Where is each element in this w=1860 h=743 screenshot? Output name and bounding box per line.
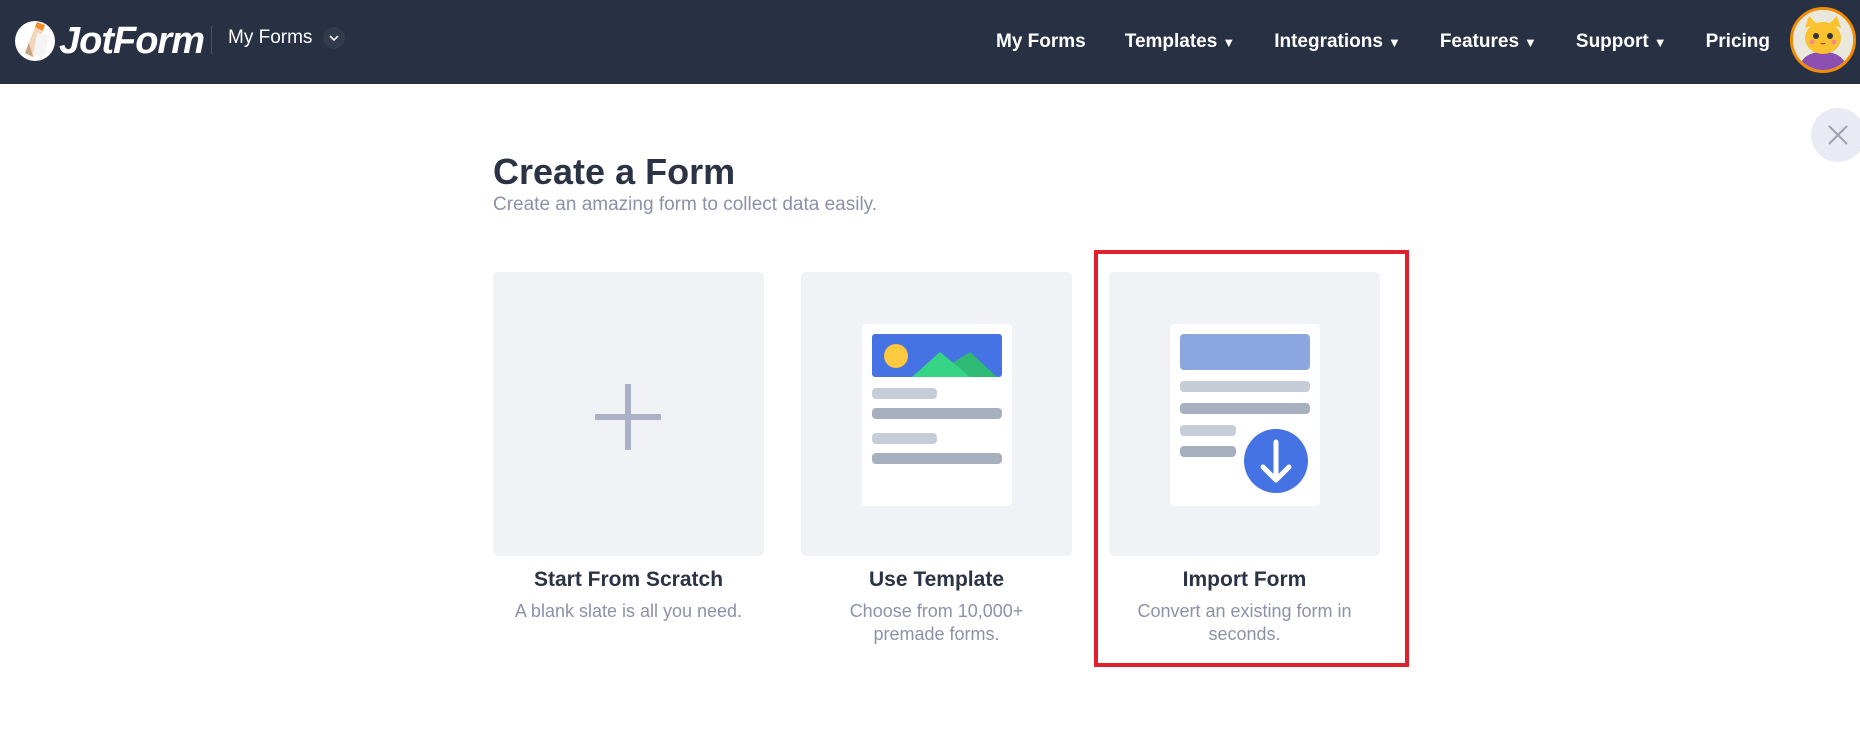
card-import-form[interactable]: Import Form Convert an existing form in … — [1109, 272, 1380, 646]
nav-features[interactable]: Features ▼ — [1440, 31, 1537, 53]
pencil-logo-icon — [15, 21, 55, 61]
nav-link-label: Support — [1575, 31, 1649, 52]
nav-link-label: Templates — [1124, 31, 1218, 52]
template-illustration-icon — [862, 324, 1012, 506]
card-import-form-tile[interactable] — [1109, 272, 1380, 556]
nav-integrations[interactable]: Integrations ▼ — [1274, 31, 1401, 53]
nav-link-label: Pricing — [1705, 31, 1770, 52]
page-title: Create a Form — [493, 151, 736, 192]
chevron-down-icon[interactable] — [323, 27, 346, 49]
card-description: Choose from 10,000+ premade forms. — [849, 601, 1024, 644]
jotform-logo[interactable]: JotForm — [15, 19, 205, 62]
nav-link-label: My Forms — [996, 31, 1086, 52]
nav-link-label: Integrations — [1274, 31, 1383, 52]
nav-pricing[interactable]: Pricing — [1706, 31, 1770, 53]
close-button[interactable] — [1811, 108, 1860, 162]
workspace-dropdown-label: My Forms — [228, 27, 313, 48]
nav-link-label: Features — [1439, 31, 1520, 52]
plus-icon — [595, 384, 661, 450]
card-description: Convert an existing form in seconds. — [1137, 601, 1352, 644]
card-start-from-scratch-tile[interactable] — [493, 272, 764, 556]
card-use-template[interactable]: Use Template Choose from 10,000+ premade… — [801, 272, 1072, 646]
top-navbar: JotForm My Forms My Forms Templates ▼ In… — [0, 0, 1860, 84]
workspace-dropdown[interactable]: My Forms — [228, 27, 346, 49]
close-icon — [1828, 125, 1848, 145]
nav-templates[interactable]: Templates ▼ — [1125, 31, 1235, 53]
caret-down-icon: ▼ — [1222, 34, 1236, 50]
nav-my-forms[interactable]: My Forms — [996, 31, 1086, 53]
nav-links: My Forms Templates ▼ Integrations ▼ Feat… — [957, 0, 1770, 84]
card-description: A blank slate is all you need. — [514, 601, 743, 621]
caret-down-icon: ▼ — [1653, 34, 1667, 50]
nav-support[interactable]: Support ▼ — [1576, 31, 1667, 53]
user-avatar-icon[interactable] — [1790, 7, 1856, 73]
card-use-template-tile[interactable] — [801, 272, 1072, 556]
card-title: Import Form — [1182, 568, 1307, 591]
card-title: Start From Scratch — [533, 568, 724, 591]
caret-down-icon: ▼ — [1387, 34, 1401, 50]
brand-name: JotForm — [59, 19, 205, 62]
page-subtitle: Create an amazing form to collect data e… — [493, 194, 878, 215]
card-start-from-scratch[interactable]: Start From Scratch A blank slate is all … — [493, 272, 764, 623]
import-illustration-icon — [1170, 324, 1320, 506]
card-title: Use Template — [869, 568, 1004, 591]
nav-divider — [211, 26, 212, 54]
caret-down-icon: ▼ — [1524, 34, 1537, 50]
